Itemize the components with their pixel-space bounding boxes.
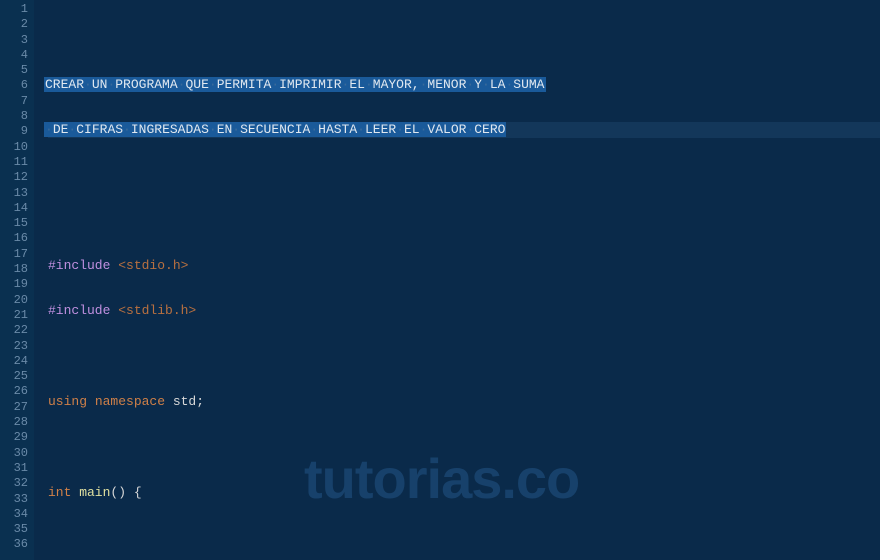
line-number: 9 [0,124,34,139]
selected-comment: CREAR·UN·PROGRAMA·QUE·PERMITA·IMPRIMIR·E… [44,77,546,92]
code-line[interactable]: CREAR·UN·PROGRAMA·QUE·PERMITA·IMPRIMIR·E… [48,77,880,92]
line-number: 35 [0,522,34,537]
line-number: 4 [0,48,34,63]
line-number: 29 [0,430,34,445]
line-number: 27 [0,400,34,415]
line-number: 20 [0,293,34,308]
code-line[interactable]: int main() { [48,485,880,500]
line-number: 28 [0,415,34,430]
line-number: 18 [0,262,34,277]
line-number: 10 [0,140,34,155]
line-number: 11 [0,155,34,170]
line-number: 22 [0,323,34,338]
line-number: 31 [0,461,34,476]
line-number: 23 [0,339,34,354]
line-number: 34 [0,507,34,522]
line-number: 17 [0,247,34,262]
code-line[interactable] [48,530,880,545]
line-number: 7 [0,94,34,109]
line-number: 32 [0,476,34,491]
line-number: 21 [0,308,34,323]
line-number-gutter: 1234567891011121314151617181920212223242… [0,0,34,560]
line-number: 24 [0,354,34,369]
selected-comment: ·DE·CIFRAS·INGRESADAS·EN·SECUENCIA·HASTA… [44,122,506,137]
line-number: 33 [0,492,34,507]
code-line[interactable] [48,439,880,454]
line-number: 30 [0,446,34,461]
line-number: 12 [0,170,34,185]
line-number: 14 [0,201,34,216]
code-line[interactable]: #include <stdio.h> [48,258,880,273]
code-line[interactable] [48,168,880,183]
line-number: 2 [0,17,34,32]
watermark: tutorias.co [304,446,579,511]
line-number: 13 [0,186,34,201]
code-line[interactable] [48,349,880,364]
line-number: 5 [0,63,34,78]
code-area[interactable]: tutorias.co CREAR·UN·PROGRAMA·QUE·PERMIT… [34,0,880,560]
line-number: 19 [0,277,34,292]
line-number: 26 [0,384,34,399]
line-number: 8 [0,109,34,124]
line-number: 15 [0,216,34,231]
code-line[interactable] [48,213,880,228]
line-number: 6 [0,78,34,93]
line-number: 36 [0,537,34,552]
code-line[interactable]: ·DE·CIFRAS·INGRESADAS·EN·SECUENCIA·HASTA… [48,122,880,137]
code-line[interactable]: #include <stdlib.h> [48,303,880,318]
line-number: 16 [0,231,34,246]
line-number: 1 [0,2,34,17]
line-number: 25 [0,369,34,384]
code-editor[interactable]: 1234567891011121314151617181920212223242… [0,0,880,560]
line-number: 3 [0,33,34,48]
code-line[interactable]: using namespace std; [48,394,880,409]
